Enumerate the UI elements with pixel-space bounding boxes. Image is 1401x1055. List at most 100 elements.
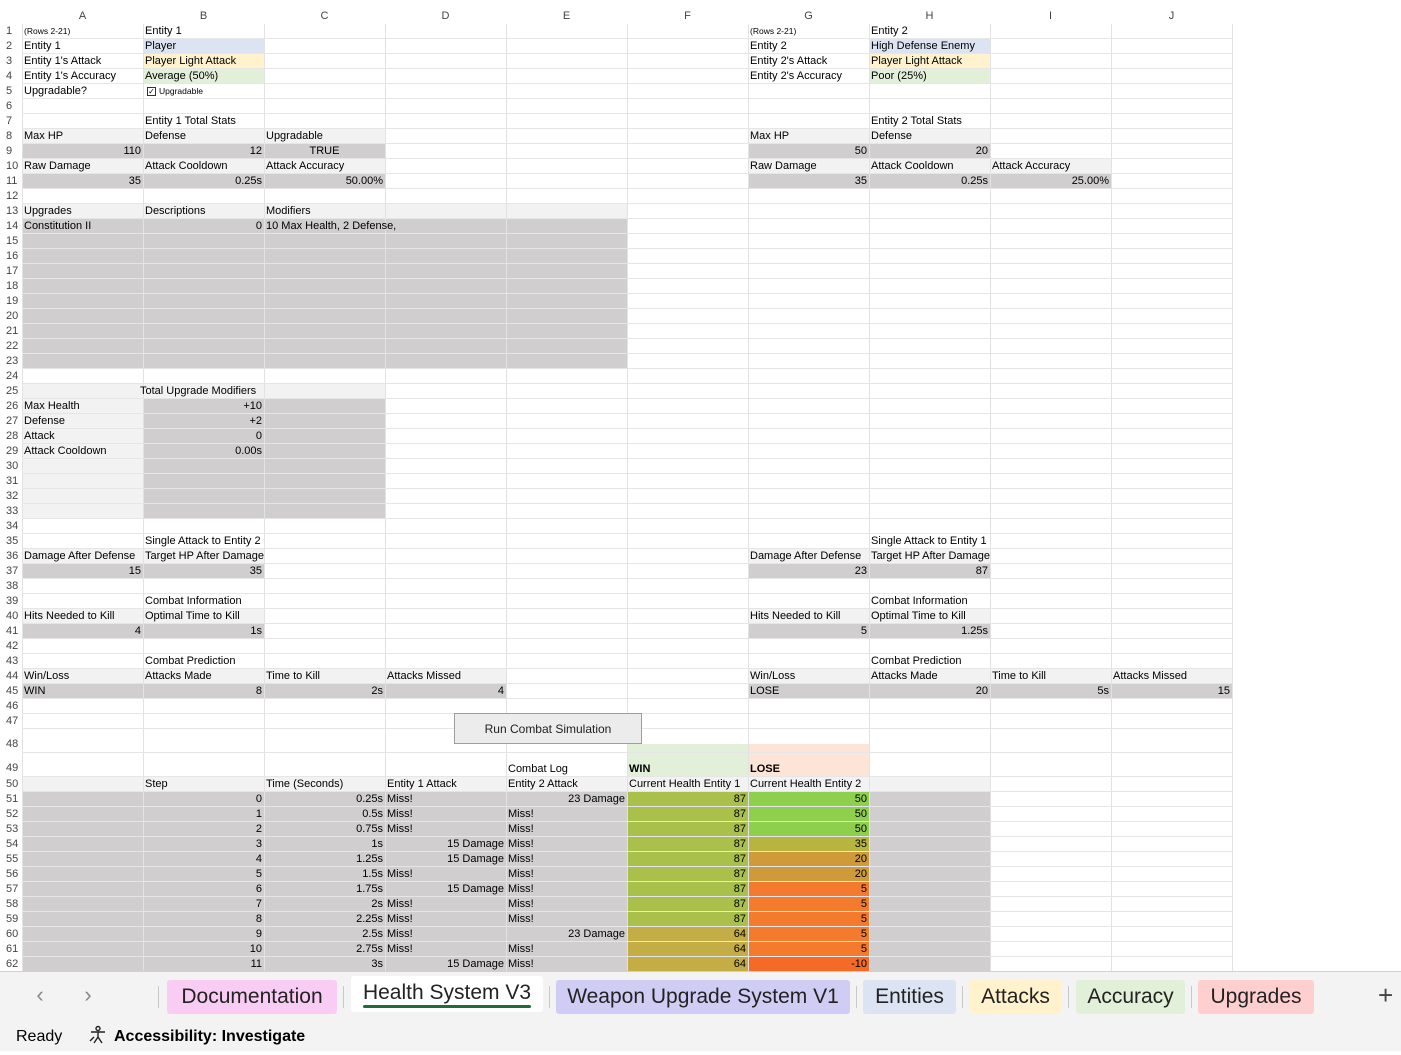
cell-a40[interactable]: Hits Needed to Kill: [22, 609, 143, 624]
cell-g44[interactable]: Win/Loss: [748, 669, 869, 684]
log-time[interactable]: 0.5s: [264, 807, 385, 822]
log-entity1-damage[interactable]: [385, 807, 506, 822]
cell-b3[interactable]: Player Light Attack: [143, 54, 264, 69]
row-header[interactable]: 39: [0, 594, 22, 609]
row-header[interactable]: 13: [0, 204, 22, 219]
cell-f49[interactable]: WIN: [627, 762, 748, 777]
row-header[interactable]: 41: [0, 624, 22, 639]
cell-a10[interactable]: Raw Damage: [22, 159, 143, 174]
log-health-entity1[interactable]: 87: [627, 897, 748, 912]
row-header[interactable]: 33: [0, 504, 22, 519]
cell-e49[interactable]: Combat Log: [506, 762, 627, 777]
cell-i10[interactable]: Attack Accuracy: [990, 159, 1111, 174]
cell-b37[interactable]: 35: [143, 564, 264, 579]
log-step[interactable]: 8: [143, 912, 264, 927]
column-header[interactable]: J: [1111, 9, 1232, 24]
cell-b25[interactable]: Total Upgrade Modifiers: [138, 384, 328, 399]
cell-b10[interactable]: Attack Cooldown: [143, 159, 264, 174]
row-header[interactable]: 17: [0, 264, 22, 279]
row-header[interactable]: 24: [0, 369, 22, 384]
log-health-entity2[interactable]: -10: [748, 957, 869, 971]
row-header[interactable]: 21: [0, 324, 22, 339]
row-header[interactable]: 28: [0, 429, 22, 444]
cell-a11[interactable]: 35: [22, 174, 143, 189]
cell-a45[interactable]: WIN: [22, 684, 143, 699]
row-header[interactable]: 51: [0, 792, 22, 807]
log-entity1-damage[interactable]: [385, 912, 506, 927]
cell-b40[interactable]: Optimal Time to Kill: [143, 609, 264, 624]
cell-h35[interactable]: Single Attack to Entity 1: [869, 534, 990, 549]
row-header[interactable]: 32: [0, 489, 22, 504]
cell-b44[interactable]: Attacks Made: [143, 669, 264, 684]
cell-d50[interactable]: Entity 1 Attack: [385, 777, 506, 792]
cell-g3[interactable]: Entity 2's Attack: [748, 54, 869, 69]
sheet-tab[interactable]: Health System V3: [351, 976, 543, 1012]
log-step[interactable]: 7: [143, 897, 264, 912]
cell-b2[interactable]: Player: [143, 39, 264, 54]
cell-b26[interactable]: +10: [143, 399, 264, 414]
cell-h2[interactable]: High Defense Enemy: [869, 39, 990, 54]
log-time[interactable]: 1.5s: [264, 867, 385, 882]
cell-c14[interactable]: 10 Max Health, 2 Defense,: [264, 219, 624, 234]
log-step[interactable]: 3: [143, 837, 264, 852]
log-time[interactable]: 1.75s: [264, 882, 385, 897]
cell-a44[interactable]: Win/Loss: [22, 669, 143, 684]
row-header[interactable]: 16: [0, 249, 22, 264]
cell-h1[interactable]: Entity 2: [869, 24, 990, 39]
log-health-entity1[interactable]: 87: [627, 867, 748, 882]
cell-h9[interactable]: 20: [869, 144, 990, 159]
row-header[interactable]: 62: [0, 957, 22, 971]
cell-d44[interactable]: Attacks Missed: [385, 669, 506, 684]
cell-h39[interactable]: Combat Information: [869, 594, 990, 609]
cell-h11[interactable]: 0.25s: [869, 174, 990, 189]
cell-i11[interactable]: 25.00%: [990, 174, 1111, 189]
chevron-right-icon[interactable]: ›: [76, 982, 100, 1008]
cell-e50[interactable]: Entity 2 Attack: [506, 777, 627, 792]
column-header[interactable]: D: [385, 9, 506, 24]
log-entity2-damage[interactable]: [506, 822, 627, 837]
cell-f50[interactable]: Current Health Entity 1: [627, 777, 748, 792]
cell-h44[interactable]: Attacks Made: [869, 669, 990, 684]
row-header[interactable]: 49: [0, 744, 22, 777]
log-health-entity2[interactable]: 5: [748, 897, 869, 912]
sheet-tab[interactable]: Documentation: [167, 980, 337, 1014]
log-health-entity2[interactable]: 20: [748, 852, 869, 867]
row-header[interactable]: 34: [0, 519, 22, 534]
cell-a9[interactable]: 110: [22, 144, 143, 159]
log-entity1-damage[interactable]: [385, 897, 506, 912]
cell-b27[interactable]: +2: [143, 414, 264, 429]
log-time[interactable]: 2.5s: [264, 927, 385, 942]
cell-b35[interactable]: Single Attack to Entity 2: [143, 534, 264, 549]
cell-b36[interactable]: Target HP After Damage: [143, 549, 264, 564]
column-header[interactable]: G: [748, 9, 869, 24]
cell-b9[interactable]: 12: [143, 144, 264, 159]
cell-a5[interactable]: Upgradable?: [22, 84, 143, 99]
row-header[interactable]: 5: [0, 84, 22, 99]
cell-h41[interactable]: 1.25s: [869, 624, 990, 639]
log-health-entity2[interactable]: 50: [748, 807, 869, 822]
cell-a27[interactable]: Defense: [22, 414, 143, 429]
cell-b1[interactable]: Entity 1: [143, 24, 264, 39]
cell-a29[interactable]: Attack Cooldown: [22, 444, 143, 459]
upgradable-checkbox[interactable]: ✓: [147, 87, 156, 96]
log-health-entity2[interactable]: 5: [748, 882, 869, 897]
row-header[interactable]: 55: [0, 852, 22, 867]
cell-h45[interactable]: 20: [869, 684, 990, 699]
log-health-entity1[interactable]: 64: [627, 942, 748, 957]
cell-h36[interactable]: Target HP After Damage: [869, 549, 990, 564]
cell-g37[interactable]: 23: [748, 564, 869, 579]
row-header[interactable]: 43: [0, 654, 22, 669]
run-combat-simulation-button[interactable]: Run Combat Simulation: [454, 713, 642, 744]
log-entity1-damage[interactable]: 15 Damage: [385, 882, 506, 897]
log-health-entity1[interactable]: 87: [627, 807, 748, 822]
log-time[interactable]: 0.75s: [264, 822, 385, 837]
log-time[interactable]: 2.75s: [264, 942, 385, 957]
cell-h10[interactable]: Attack Cooldown: [869, 159, 990, 174]
sheet-tab[interactable]: Entities: [863, 980, 956, 1014]
cell-a13[interactable]: Upgrades: [22, 204, 143, 219]
row-header[interactable]: 9: [0, 144, 22, 159]
row-header[interactable]: 7: [0, 114, 22, 129]
log-time[interactable]: 2.25s: [264, 912, 385, 927]
column-header[interactable]: E: [506, 9, 627, 24]
cell-g1[interactable]: (Rows 2-21): [748, 24, 869, 39]
